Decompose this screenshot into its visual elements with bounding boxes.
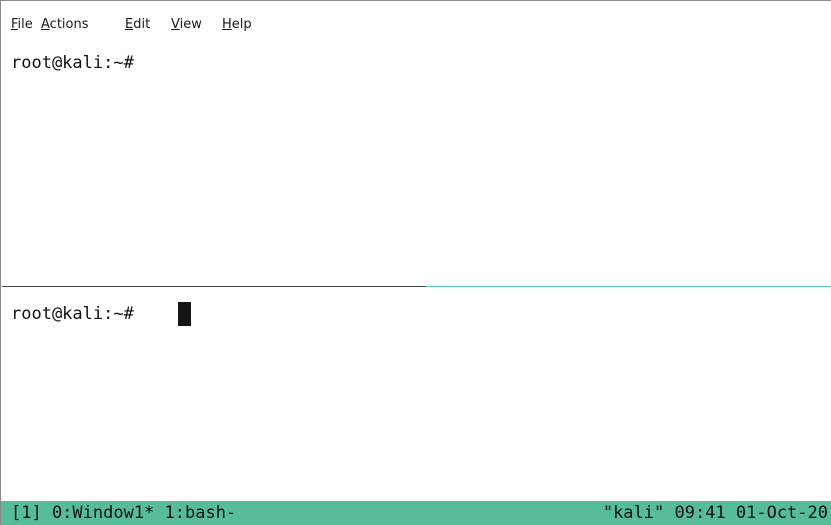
menu-edit[interactable]: Edit xyxy=(125,17,150,33)
terminal-window: File Actions Edit View Help root@kali:~#… xyxy=(0,0,831,525)
menu-bar: File Actions Edit View Help xyxy=(1,1,831,43)
tmux-status-bar: [1] 0:Window1* 1:bash- "kali" 09:41 01-O… xyxy=(1,501,831,525)
pane-divider[interactable] xyxy=(2,286,426,287)
status-window-list[interactable]: [1] 0:Window1* 1:bash- xyxy=(11,503,236,523)
text-cursor xyxy=(178,302,191,326)
menu-actions[interactable]: Actions xyxy=(41,17,89,33)
menu-view[interactable]: View xyxy=(171,17,202,33)
shell-prompt-top: root@kali:~# xyxy=(11,53,134,73)
pane-divider-active[interactable] xyxy=(426,286,831,287)
status-host-clock: "kali" 09:41 01-Oct-20 xyxy=(602,503,828,523)
menu-help[interactable]: Help xyxy=(222,17,252,33)
terminal-pane-bottom[interactable]: root@kali:~# xyxy=(1,288,831,501)
menu-file[interactable]: File xyxy=(11,17,33,33)
terminal-pane-top[interactable]: root@kali:~# xyxy=(1,43,831,286)
shell-prompt-bottom: root@kali:~# xyxy=(11,304,134,324)
